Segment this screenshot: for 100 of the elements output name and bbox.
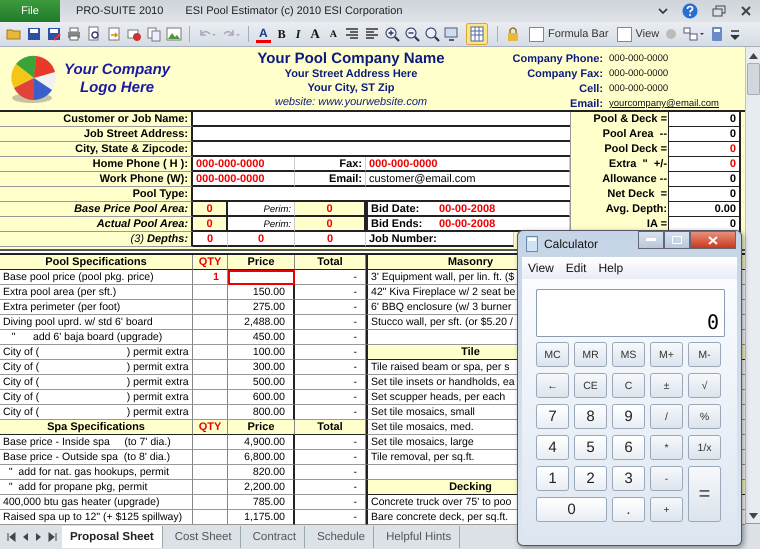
calculator-key[interactable]: M- bbox=[688, 342, 721, 367]
input-field[interactable] bbox=[193, 187, 570, 202]
perimeter-value[interactable]: 0 bbox=[295, 217, 366, 232]
format-button[interactable]: B bbox=[274, 24, 289, 44]
picture-icon[interactable] bbox=[166, 26, 182, 42]
calculator-key[interactable]: = bbox=[688, 466, 721, 522]
table-cell[interactable]: 6,800.00 bbox=[228, 450, 295, 465]
minimize-button[interactable] bbox=[638, 231, 664, 249]
calculator-key[interactable]: + bbox=[650, 497, 683, 522]
date-value[interactable]: 00-00-2008 bbox=[439, 217, 496, 230]
field-value[interactable]: 000-000-0000 bbox=[366, 157, 570, 172]
calculator-key[interactable]: √ bbox=[688, 373, 721, 398]
table-cell[interactable]: 600.00 bbox=[228, 390, 295, 405]
scroll-up-icon[interactable] bbox=[748, 53, 758, 59]
checkbox-label[interactable]: Formula Bar bbox=[548, 28, 609, 40]
zoom-in-icon[interactable] bbox=[384, 26, 400, 42]
checkbox[interactable] bbox=[616, 26, 632, 42]
vertical-scrollbar[interactable] bbox=[745, 47, 760, 523]
calculator-key[interactable]: % bbox=[688, 404, 721, 429]
email-link[interactable]: yourcompany@email.com bbox=[609, 97, 739, 111]
scroll-down-icon[interactable] bbox=[748, 513, 758, 519]
format-button[interactable]: A bbox=[326, 24, 340, 44]
input-field[interactable] bbox=[193, 112, 570, 127]
sheet-tab[interactable]: Contract bbox=[244, 526, 306, 548]
format-button[interactable]: I bbox=[292, 24, 304, 44]
calculator-key[interactable]: M+ bbox=[650, 342, 683, 367]
calculator-key[interactable]: ← bbox=[536, 373, 569, 398]
calculator-key[interactable]: 2 bbox=[574, 466, 607, 491]
depth-value[interactable]: 0 bbox=[193, 232, 228, 247]
search-icon[interactable] bbox=[424, 26, 440, 42]
depth-value[interactable]: 0 bbox=[228, 232, 295, 247]
input-field[interactable] bbox=[193, 142, 570, 157]
calculator-key[interactable]: * bbox=[650, 435, 683, 460]
table-cell[interactable]: 450.00 bbox=[228, 330, 295, 345]
summary-value[interactable]: 0 bbox=[668, 157, 741, 172]
summary-value[interactable]: 0 bbox=[668, 127, 741, 142]
input-field[interactable] bbox=[193, 127, 570, 142]
format-button[interactable]: A bbox=[256, 25, 271, 43]
checkbox-label[interactable]: View bbox=[636, 28, 660, 40]
close-button[interactable] bbox=[690, 231, 736, 249]
sheet-tab[interactable]: Helpful Hints bbox=[378, 526, 460, 548]
calculator-key[interactable]: 1/x bbox=[688, 435, 721, 460]
last-sheet-icon[interactable] bbox=[48, 532, 58, 542]
table-cell[interactable]: 300.00 bbox=[228, 360, 295, 375]
calculator-key[interactable]: MC bbox=[536, 342, 569, 367]
layout-icon[interactable] bbox=[683, 26, 706, 42]
close-icon[interactable] bbox=[740, 5, 752, 17]
calculator-key[interactable]: / bbox=[650, 404, 683, 429]
checkbox[interactable] bbox=[528, 26, 544, 42]
calculator-key[interactable]: C bbox=[612, 373, 645, 398]
table-cell[interactable]: 800.00 bbox=[228, 405, 295, 420]
calculator-key[interactable]: 8 bbox=[574, 404, 607, 429]
area-value[interactable]: 0 bbox=[193, 217, 228, 232]
depth-value[interactable]: 0 bbox=[295, 232, 366, 247]
calculator-key[interactable]: 3 bbox=[612, 466, 645, 491]
table-cell[interactable]: 785.00 bbox=[228, 495, 295, 510]
table-cell[interactable]: 1,175.00 bbox=[228, 510, 295, 525]
monitor-icon[interactable] bbox=[444, 26, 460, 42]
format-button[interactable]: A bbox=[307, 24, 323, 44]
table-cell[interactable]: 500.00 bbox=[228, 375, 295, 390]
calculator-key[interactable]: 4 bbox=[536, 435, 569, 460]
table-cell[interactable]: 2,488.00 bbox=[228, 315, 295, 330]
zoom-out-icon[interactable] bbox=[404, 26, 420, 42]
calculator-key[interactable]: 5 bbox=[574, 435, 607, 460]
calculator-key[interactable]: 1 bbox=[536, 466, 569, 491]
table-cell[interactable]: 275.00 bbox=[228, 300, 295, 315]
restore-icon[interactable] bbox=[712, 5, 726, 17]
diskpen-icon[interactable] bbox=[46, 26, 62, 42]
calculator-key[interactable]: . bbox=[612, 497, 645, 522]
area-value[interactable]: 0 bbox=[193, 202, 228, 217]
calculator-key[interactable]: ± bbox=[650, 373, 683, 398]
chevron-icon[interactable] bbox=[658, 7, 668, 15]
calculator-key[interactable]: MR bbox=[574, 342, 607, 367]
phone-value[interactable]: 000-000-0000 bbox=[193, 157, 295, 172]
printer-icon[interactable] bbox=[66, 26, 82, 42]
calculator-key[interactable]: 6 bbox=[612, 435, 645, 460]
copy-icon[interactable] bbox=[146, 26, 162, 42]
help-icon[interactable] bbox=[682, 3, 698, 19]
date-value[interactable]: 00-00-2008 bbox=[439, 202, 496, 215]
table-cell[interactable]: 2,200.00 bbox=[228, 480, 295, 495]
table-cell[interactable] bbox=[228, 270, 295, 285]
calculator-key[interactable]: 7 bbox=[536, 404, 569, 429]
table-cell[interactable]: 820.00 bbox=[228, 465, 295, 480]
calculator-key[interactable]: MS bbox=[612, 342, 645, 367]
summary-value[interactable]: 0 bbox=[668, 112, 741, 127]
calculator-key[interactable]: 9 bbox=[612, 404, 645, 429]
scroll-thumb[interactable] bbox=[746, 63, 760, 95]
calculator-key[interactable]: CE bbox=[574, 373, 607, 398]
summary-value[interactable]: 0 bbox=[668, 187, 741, 202]
calculator-key[interactable]: 0 bbox=[536, 497, 607, 522]
calculator-key[interactable]: - bbox=[650, 466, 683, 491]
table-cell[interactable]: 150.00 bbox=[228, 285, 295, 300]
field-value[interactable]: customer@email.com bbox=[366, 172, 570, 187]
file-tab[interactable]: File bbox=[0, 0, 60, 22]
table-cell[interactable]: 4,900.00 bbox=[228, 435, 295, 450]
summary-value[interactable]: 0.00 bbox=[668, 202, 741, 217]
first-sheet-icon[interactable] bbox=[6, 532, 16, 542]
phone-value[interactable]: 000-000-0000 bbox=[193, 172, 295, 187]
perimeter-value[interactable]: 0 bbox=[295, 202, 366, 217]
summary-value[interactable]: 0 bbox=[668, 142, 741, 157]
